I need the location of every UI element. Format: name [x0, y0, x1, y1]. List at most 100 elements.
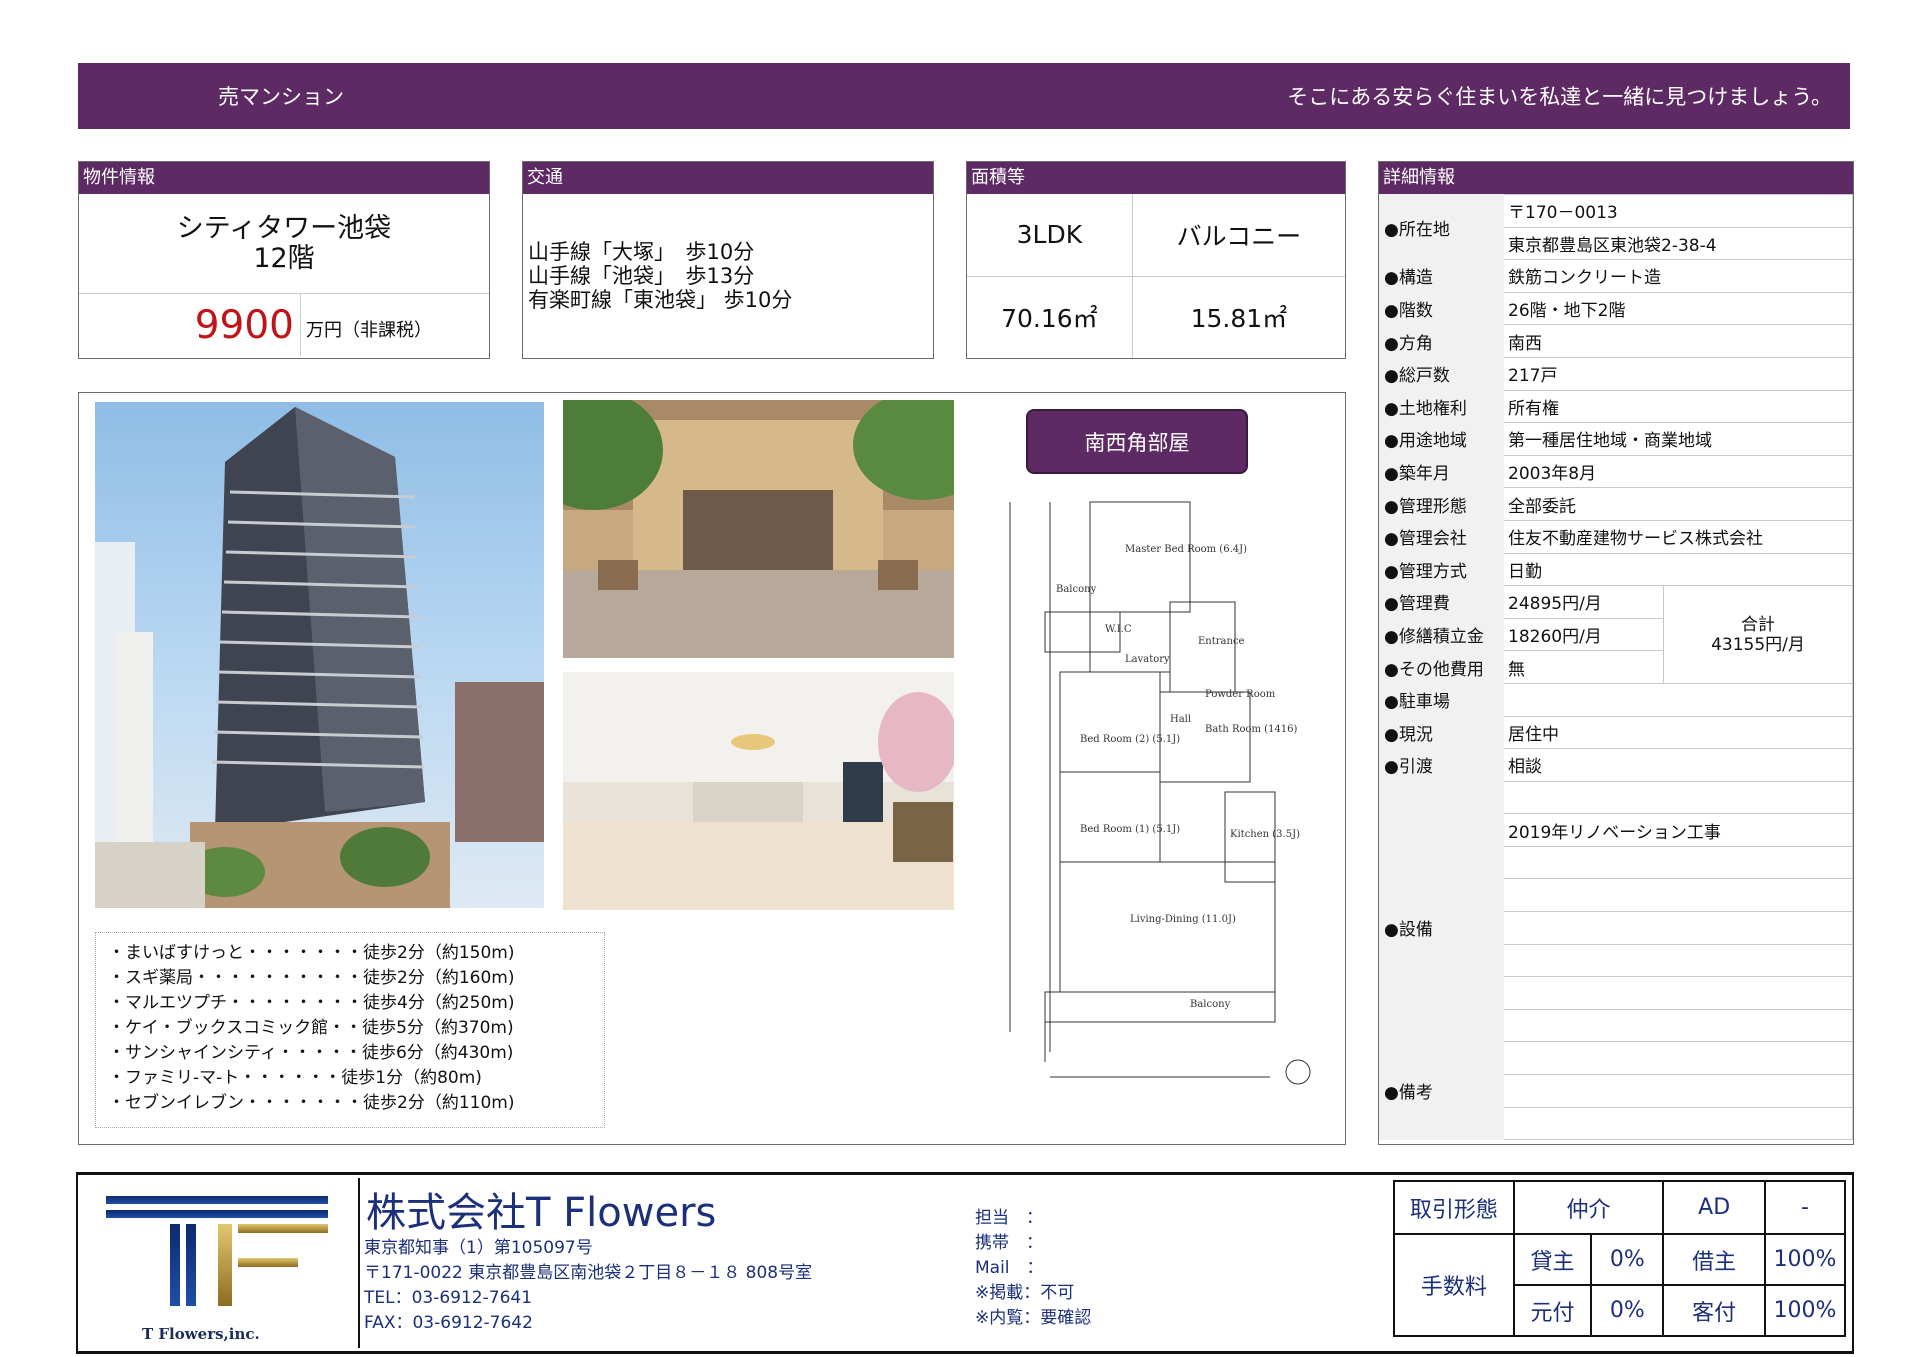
- price-row: 9900 万円（非課税）: [79, 294, 489, 356]
- handover-value: 相談: [1503, 748, 1853, 782]
- top-banner: 売マンション そこにある安らぐ住まいを私達と一緒に見つけましょう。: [78, 63, 1850, 129]
- detail-value: 南西: [1503, 324, 1853, 358]
- detail-label: ●管理形態: [1379, 487, 1504, 521]
- detail-value: 第一種居住地域・商業地域: [1503, 422, 1853, 456]
- detail-label: ●総戸数: [1379, 356, 1504, 391]
- contact-keitai: 携帯 ：: [975, 1233, 1043, 1253]
- nearby-list: ・まいばすけっと・・・・・・・徒歩2分（約150m) ・スギ薬局・・・・・・・・…: [95, 932, 605, 1128]
- detail-label: ●築年月: [1379, 454, 1504, 489]
- company-address: 〒171-0022 東京都豊島区南池袋２丁目８－１８ 808号室: [364, 1263, 813, 1283]
- floor-plan: Master Bed Room (6.4J) Balcony W.I.C Ent…: [1009, 501, 1311, 1085]
- price-value: 9900: [79, 294, 301, 356]
- equipment-line: [1503, 911, 1853, 945]
- kashinushi-pct: 0%: [1590, 1233, 1665, 1286]
- building-photo: [95, 402, 544, 908]
- company-fax: FAX：03-6912-7642: [364, 1313, 533, 1333]
- detail-label: ●構造: [1379, 259, 1504, 293]
- details-panel: 詳細情報 ●所在地 〒170－0013 東京都豊島区東池袋2-38-4 ●構造 鉄筋…: [1378, 161, 1854, 1145]
- balcony-area: 15.81㎡: [1131, 275, 1345, 358]
- postal-code: 〒170－0013: [1503, 194, 1853, 228]
- fee-value: 無: [1503, 650, 1664, 684]
- fee-table: 取引形態 仲介 AD - 手数料 貸主 0% 借主 100% 元付 0% 客付 …: [1393, 1180, 1846, 1337]
- entrance-photo: [563, 400, 954, 658]
- notes-label: ●備考: [1379, 1041, 1504, 1141]
- area-header: 面積等: [967, 162, 1345, 194]
- transport-header: 交通: [523, 162, 933, 194]
- notes-line: [1503, 1106, 1853, 1141]
- contact-tantou: 担当 ：: [975, 1208, 1043, 1228]
- company-tel: TEL：03-6912-7641: [364, 1288, 533, 1308]
- lobby-illustration: [563, 672, 954, 910]
- handover-label: ●引渡: [1379, 748, 1504, 782]
- blank-value: [1503, 780, 1853, 815]
- contact-keisai: ※掲載：不可: [975, 1283, 1075, 1303]
- floorplan-badge: 南西角部屋: [1026, 409, 1248, 474]
- motozuke-label: 元付: [1512, 1284, 1593, 1337]
- notes-line: [1503, 1041, 1853, 1076]
- status-label: ●現況: [1379, 715, 1504, 750]
- detail-value: 所有権: [1503, 389, 1853, 424]
- detail-label: ●階数: [1379, 291, 1504, 326]
- property-name-block: シティタワー池袋 12階: [79, 194, 489, 294]
- nearby-item: ・マルエツプチ・・・・・・・・徒歩4分（約250m): [108, 993, 515, 1013]
- kyakuzuke-label: 客付: [1662, 1284, 1767, 1337]
- balcony-label: バルコニー: [1131, 194, 1345, 277]
- chukai-value: 仲介: [1512, 1180, 1665, 1235]
- room-label: Entrance: [1198, 636, 1245, 647]
- karinushi-pct: 100%: [1764, 1233, 1846, 1286]
- area-table: 3LDK バルコニー 70.16㎡ 15.81㎡: [967, 194, 1345, 358]
- equipment-line: [1503, 976, 1853, 1010]
- floor-area: 70.16㎡: [967, 275, 1133, 358]
- detail-label: ●管理会社: [1379, 519, 1504, 554]
- property-info-header: 物件情報: [79, 162, 489, 194]
- equipment-line: [1503, 878, 1853, 913]
- company-license: 東京都知事（1）第105097号: [364, 1238, 593, 1258]
- property-info-panel: 物件情報 シティタワー池袋 12階 9900 万円（非課税）: [78, 161, 490, 359]
- transport-panel: 交通 山手線「大塚」 歩10分 山手線「池袋」 歩13分 有楽町線「東池袋」 歩…: [522, 161, 934, 359]
- banner-title: 売マンション: [218, 85, 344, 109]
- equipment-line: [1503, 1008, 1853, 1043]
- contact-mail: Mail ：: [975, 1258, 1044, 1278]
- room-label: Hall: [1170, 714, 1191, 725]
- location-label: ●所在地: [1379, 193, 1504, 261]
- company-info: 東京都知事（1）第105097号 〒171-0022 東京都豊島区南池袋２丁目８…: [364, 1236, 812, 1336]
- detail-value: 日勤: [1503, 552, 1853, 587]
- ad-value: -: [1764, 1180, 1846, 1235]
- details-header: 詳細情報: [1379, 162, 1853, 194]
- motozuke-pct: 0%: [1590, 1284, 1665, 1337]
- detail-label: ●方角: [1379, 324, 1504, 358]
- tesuryo-label: 手数料: [1393, 1233, 1515, 1337]
- detail-label: ●土地権利: [1379, 389, 1504, 424]
- company-name: 株式会社T Flowers: [366, 1190, 717, 1236]
- notes-line: [1503, 1074, 1853, 1108]
- room-label: Balcony: [1056, 584, 1097, 595]
- room-label: Living-Dining (11.0J): [1130, 914, 1236, 925]
- fee-label: ●管理費: [1379, 585, 1504, 619]
- detail-label: ●用途地域: [1379, 422, 1504, 456]
- fee-label: ●修繕積立金: [1379, 617, 1504, 652]
- area-layout: 3LDK: [967, 194, 1133, 277]
- contact-info: 担当 ： 携帯 ： Mail ： ※掲載：不可 ※内覧：要確認: [975, 1206, 1091, 1331]
- fee-label: ●その他費用: [1379, 650, 1504, 684]
- area-panel: 面積等 3LDK バルコニー 70.16㎡ 15.81㎡: [966, 161, 1346, 359]
- fee-total-value: 43155円/月: [1711, 634, 1805, 655]
- price-unit: 万円（非課税）: [306, 320, 432, 341]
- fee-value: 18260円/月: [1503, 617, 1664, 652]
- transport-line: 山手線「池袋」 歩13分: [528, 264, 755, 288]
- detail-value: 鉄筋コンクリート造: [1503, 259, 1853, 293]
- torihiki-label: 取引形態: [1393, 1180, 1515, 1235]
- building-illustration: [95, 407, 544, 908]
- room-label: W.I.C: [1105, 624, 1132, 635]
- ad-label: AD: [1662, 1180, 1767, 1235]
- detail-value: 全部委託: [1503, 487, 1853, 521]
- details-table: ●所在地 〒170－0013 東京都豊島区東池袋2-38-4 ●構造 鉄筋コンクリー…: [1379, 193, 1853, 1141]
- parking-label: ●駐車場: [1379, 682, 1504, 717]
- nearby-item: ・スギ薬局・・・・・・・・・・徒歩2分（約160m): [108, 968, 515, 988]
- banner-tagline: そこにある安らぐ住まいを私達と一緒に見つけましょう。: [1287, 85, 1832, 109]
- detail-value: 住友不動産建物サービス株式会社: [1503, 519, 1853, 554]
- nearby-item: ・まいばすけっと・・・・・・・徒歩2分（約150m): [108, 943, 515, 963]
- room-label: Master Bed Room (6.4J): [1125, 544, 1247, 555]
- logo-caption: T Flowers,inc.: [142, 1325, 260, 1343]
- room-label: Balcony: [1190, 999, 1231, 1010]
- status-value: 居住中: [1503, 715, 1853, 750]
